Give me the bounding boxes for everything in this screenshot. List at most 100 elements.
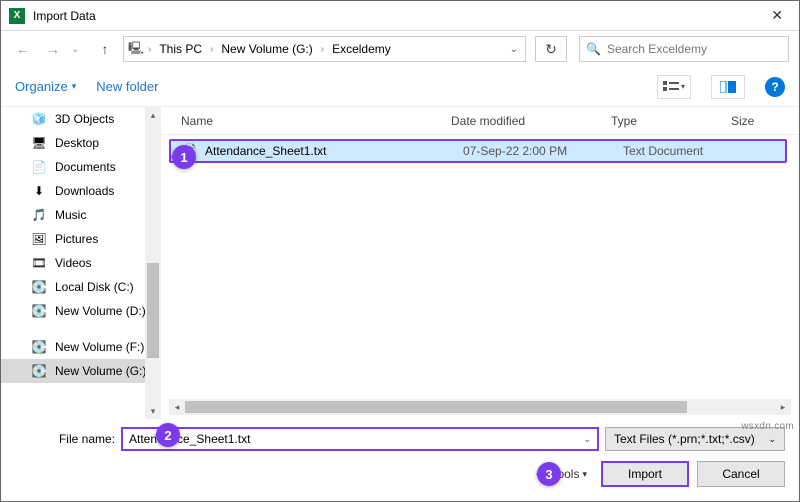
sidebar-item-volume-g[interactable]: 💽 New Volume (G:) <box>1 359 161 383</box>
cancel-button[interactable]: Cancel <box>697 461 785 487</box>
drive-icon: 💽 <box>31 363 47 379</box>
horizontal-scrollbar[interactable]: ◂ ▸ <box>169 399 791 415</box>
sidebar-item-label: Local Disk (C:) <box>55 280 134 294</box>
sidebar-item-label: Documents <box>55 160 116 174</box>
up-button[interactable]: ↑ <box>93 37 117 61</box>
close-button[interactable]: ✕ <box>763 3 791 28</box>
filename-row: File name: Attendance_Sheet1.txt ⌄ Text … <box>15 427 785 451</box>
action-row: Tools ▾ Import Cancel <box>15 461 785 487</box>
col-name[interactable]: Name <box>181 114 451 128</box>
sidebar-item-volume-f[interactable]: 💽 New Volume (F:) <box>1 335 161 359</box>
view-options-button[interactable]: ▾ <box>657 75 691 99</box>
sidebar-item-label: Downloads <box>55 184 114 198</box>
organize-label: Organize <box>15 79 68 94</box>
nav-bar: ← → ⌄ ↑ 🖳 › This PC › New Volume (G:) › … <box>1 31 799 67</box>
chevron-down-icon: ▾ <box>681 82 685 91</box>
crumb-volume[interactable]: New Volume (G:) <box>217 40 316 58</box>
chevron-right-icon: › <box>321 44 324 55</box>
file-list-pane: Name Date modified Type Size 🗎 Attendanc… <box>161 107 799 419</box>
sidebar-item-desktop[interactable]: 🖥 Desktop <box>1 131 161 155</box>
downloads-icon: ⬇ <box>31 183 47 199</box>
toolbar: Organize ▾ New folder ▾ ? <box>1 67 799 107</box>
address-dropdown-button[interactable]: ⌄ <box>507 44 521 55</box>
sidebar-item-music[interactable]: 🎵 Music <box>1 203 161 227</box>
preview-pane-button[interactable] <box>711 75 745 99</box>
address-bar[interactable]: 🖳 › This PC › New Volume (G:) › Exceldem… <box>123 36 526 62</box>
pictures-icon: 🖼 <box>31 231 47 247</box>
videos-icon: 🎞 <box>31 255 47 271</box>
annotation-callout-3: 3 <box>537 462 561 486</box>
import-button[interactable]: Import <box>601 461 689 487</box>
scroll-down-icon[interactable]: ▾ <box>145 403 161 419</box>
new-folder-button[interactable]: New folder <box>96 79 158 94</box>
sidebar-item-pictures[interactable]: 🖼 Pictures <box>1 227 161 251</box>
sidebar-item-label: Desktop <box>55 136 99 150</box>
window-title: Import Data <box>33 9 763 23</box>
chevron-down-icon: ▾ <box>72 81 77 92</box>
col-size[interactable]: Size <box>731 114 771 128</box>
chevron-down-icon[interactable]: ⌄ <box>583 434 591 445</box>
sidebar-item-downloads[interactable]: ⬇ Downloads <box>1 179 161 203</box>
organize-menu[interactable]: Organize ▾ <box>15 79 76 94</box>
sidebar-item-label: New Volume (G:) <box>55 364 146 378</box>
annotation-callout-1: 1 <box>172 145 196 169</box>
sidebar-item-label: New Volume (F:) <box>55 340 144 354</box>
annotation-callout-2: 2 <box>156 423 180 447</box>
watermark: wsxdn.com <box>741 421 794 432</box>
desktop-icon: 🖥 <box>31 135 47 151</box>
crumb-this-pc[interactable]: This PC <box>155 40 206 58</box>
sidebar-item-label: Pictures <box>55 232 98 246</box>
recent-locations-button[interactable]: ⌄ <box>71 44 87 55</box>
crumb-folder[interactable]: Exceldemy <box>328 40 395 58</box>
back-button[interactable]: ← <box>11 37 35 61</box>
col-type[interactable]: Type <box>611 114 731 128</box>
filter-value: Text Files (*.prn;*.txt;*.csv) <box>614 432 755 446</box>
documents-icon: 📄 <box>31 159 47 175</box>
file-type: Text Document <box>623 144 753 158</box>
sidebar-item-videos[interactable]: 🎞 Videos <box>1 251 161 275</box>
file-date: 07-Sep-22 2:00 PM <box>463 144 623 158</box>
sidebar-item-3d-objects[interactable]: 🧊3D Objects <box>1 107 161 131</box>
refresh-button[interactable]: ↻ <box>535 36 567 62</box>
chevron-down-icon: ⌄ <box>768 434 776 445</box>
column-headers: Name Date modified Type Size <box>161 107 799 135</box>
preview-pane-icon <box>720 81 736 93</box>
file-row[interactable]: 🗎 Attendance_Sheet1.txt 07-Sep-22 2:00 P… <box>169 139 787 163</box>
forward-button[interactable]: → <box>41 37 65 61</box>
sidebar-item-label: New Volume (D:) <box>55 304 146 318</box>
search-icon: 🔍 <box>586 42 601 56</box>
scrollbar-thumb[interactable] <box>185 401 687 413</box>
sidebar-item-volume-d[interactable]: 💽 New Volume (D:) <box>1 299 161 323</box>
col-date[interactable]: Date modified <box>451 114 611 128</box>
sidebar-item-label: Videos <box>55 256 91 270</box>
view-list-icon <box>663 81 679 93</box>
chevron-down-icon: ▾ <box>582 469 587 480</box>
filename-label: File name: <box>15 432 115 446</box>
scroll-up-icon[interactable]: ▴ <box>145 107 161 123</box>
scroll-right-icon[interactable]: ▸ <box>775 399 791 415</box>
chevron-right-icon: › <box>148 44 151 55</box>
drive-icon: 💽 <box>31 339 47 355</box>
import-data-dialog: X Import Data ✕ ← → ⌄ ↑ 🖳 › This PC › Ne… <box>0 0 800 502</box>
dialog-footer: File name: Attendance_Sheet1.txt ⌄ Text … <box>1 419 799 501</box>
scroll-left-icon[interactable]: ◂ <box>169 399 185 415</box>
excel-app-icon: X <box>9 8 25 24</box>
dialog-body: 🧊3D Objects 🖥 Desktop 📄 Documents ⬇ Downloa… <box>1 107 799 419</box>
pc-icon: 🖳 <box>128 41 144 57</box>
sidebar-item-label: Music <box>55 208 86 222</box>
drive-icon: 💽 <box>31 303 47 319</box>
scrollbar-thumb[interactable] <box>147 263 159 358</box>
chevron-right-icon: › <box>210 44 213 55</box>
file-list: 🗎 Attendance_Sheet1.txt 07-Sep-22 2:00 P… <box>161 135 799 399</box>
music-icon: 🎵 <box>31 207 47 223</box>
nav-sidebar: 🧊3D Objects 🖥 Desktop 📄 Documents ⬇ Downloa… <box>1 107 161 419</box>
sidebar-item-documents[interactable]: 📄 Documents <box>1 155 161 179</box>
help-button[interactable]: ? <box>765 77 785 97</box>
file-name: Attendance_Sheet1.txt <box>205 144 463 158</box>
search-box[interactable]: 🔍 Search Exceldemy <box>579 36 789 62</box>
drive-icon: 💽 <box>31 279 47 295</box>
sidebar-item-local-disk-c[interactable]: 💽 Local Disk (C:) <box>1 275 161 299</box>
filename-combobox[interactable]: Attendance_Sheet1.txt ⌄ <box>121 427 599 451</box>
3d-objects-icon: 🧊 <box>31 111 47 127</box>
sidebar-scrollbar[interactable]: ▴ ▾ <box>145 107 161 419</box>
